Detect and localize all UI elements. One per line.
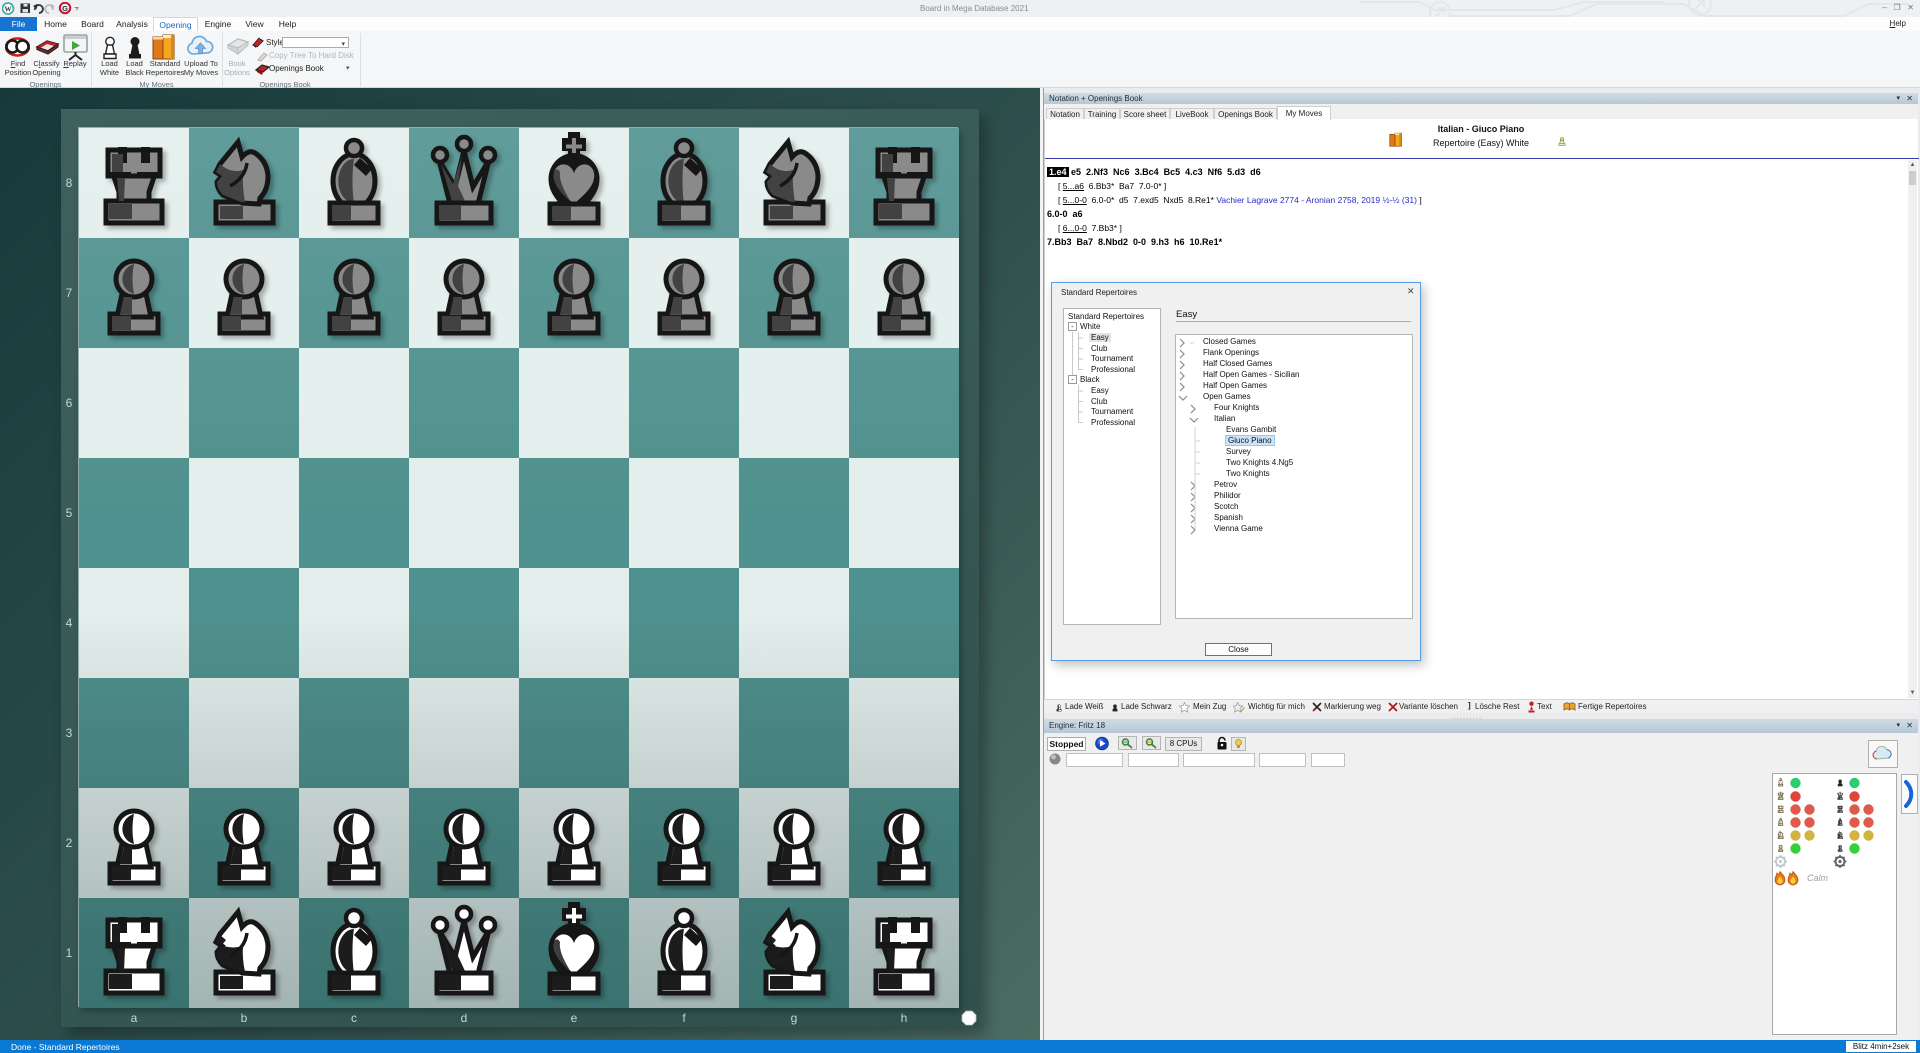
svg-text:G: G: [62, 4, 68, 13]
svg-text:Calm: Calm: [1807, 873, 1829, 883]
svg-text:W: W: [5, 5, 12, 13]
